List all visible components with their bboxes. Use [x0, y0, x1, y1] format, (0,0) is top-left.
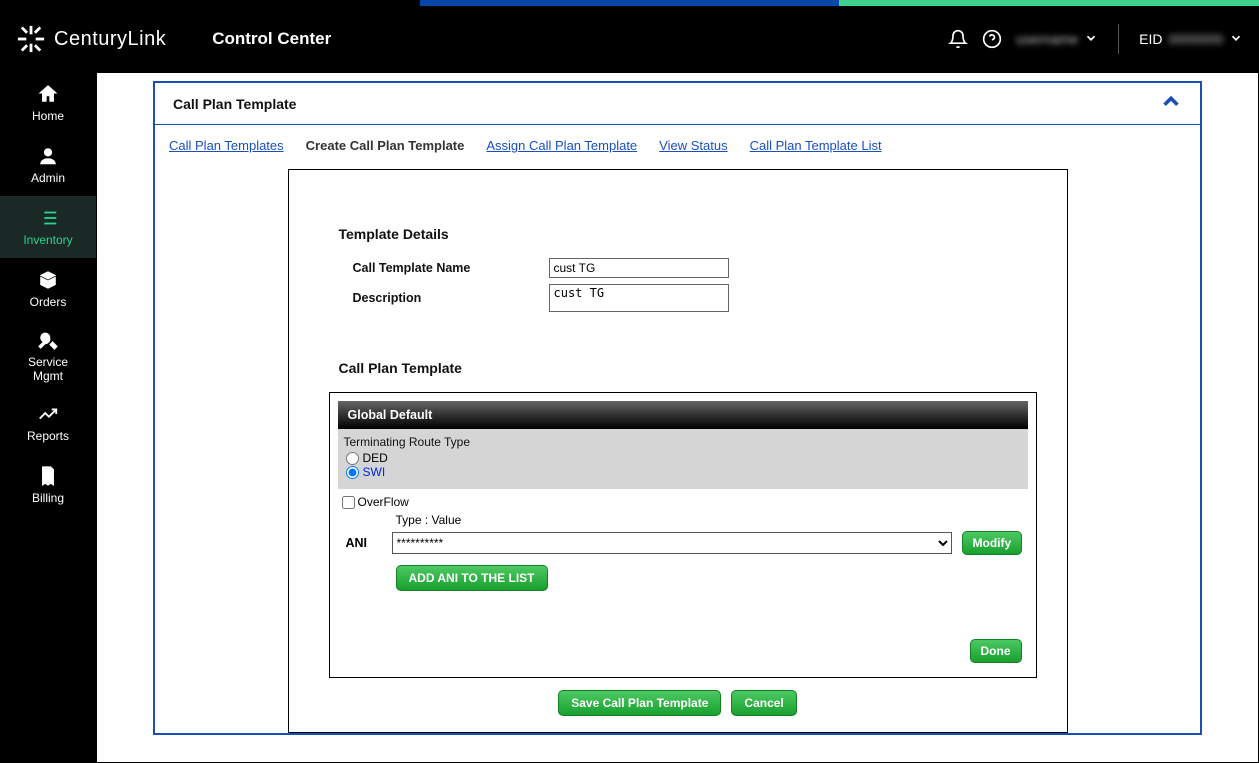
collapse-icon[interactable]: [1160, 91, 1182, 116]
sidebar-item-inventory[interactable]: Inventory: [0, 196, 96, 258]
cancel-button[interactable]: Cancel: [731, 690, 796, 716]
app-title: Control Center: [212, 29, 331, 49]
tab-call-plan-templates[interactable]: Call Plan Templates: [169, 138, 284, 153]
main-content: Call Plan Template Call Plan Templates C…: [96, 72, 1259, 763]
chevron-down-icon: [1229, 31, 1243, 48]
call-plan-panel: Call Plan Template Call Plan Templates C…: [153, 81, 1202, 735]
tab-view-status[interactable]: View Status: [659, 138, 727, 153]
sidebar-item-label: ServiceMgmt: [28, 355, 68, 384]
overflow-label: OverFlow: [358, 495, 409, 509]
form-container: Template Details Call Template Name Desc…: [288, 169, 1068, 733]
sidebar-item-label: Billing: [32, 491, 64, 505]
sidebar: Home Admin Inventory Orders ServiceMgmt …: [0, 72, 96, 763]
bell-icon[interactable]: [948, 29, 968, 49]
route-ded-radio[interactable]: [346, 452, 359, 465]
call-template-name-label: Call Template Name: [353, 261, 549, 275]
route-swi-label: SWI: [363, 465, 386, 479]
sidebar-item-label: Orders: [30, 295, 67, 309]
ani-select[interactable]: **********: [392, 532, 952, 554]
eid-value: 0000000: [1168, 31, 1223, 47]
user-menu[interactable]: username: [1016, 31, 1098, 48]
brand-name: CenturyLink: [54, 28, 166, 51]
call-template-name-input[interactable]: [549, 258, 729, 278]
sidebar-item-label: Home: [32, 109, 64, 123]
call-plan-box: Global Default Terminating Route Type DE…: [329, 392, 1037, 678]
call-plan-template-title: Call Plan Template: [339, 360, 1047, 376]
sidebar-item-billing[interactable]: Billing: [0, 454, 96, 516]
help-icon[interactable]: [982, 29, 1002, 49]
tab-call-plan-template-list[interactable]: Call Plan Template List: [750, 138, 882, 153]
route-swi-row[interactable]: SWI: [346, 465, 1022, 479]
panel-header: Call Plan Template: [155, 83, 1200, 125]
topbar: CenturyLink Control Center username EID …: [0, 6, 1259, 72]
chevron-down-icon: [1084, 31, 1098, 48]
sidebar-item-orders[interactable]: Orders: [0, 258, 96, 320]
sidebar-item-home[interactable]: Home: [0, 72, 96, 134]
overflow-checkbox[interactable]: [342, 496, 355, 509]
route-ded-row[interactable]: DED: [346, 451, 1022, 465]
template-details-title: Template Details: [339, 226, 1047, 242]
tabbar: Call Plan Templates Create Call Plan Tem…: [155, 125, 1200, 169]
brand-logo[interactable]: CenturyLink: [16, 24, 166, 54]
modify-button[interactable]: Modify: [962, 531, 1023, 555]
save-call-plan-template-button[interactable]: Save Call Plan Template: [558, 690, 721, 716]
tab-assign-call-plan-template[interactable]: Assign Call Plan Template: [486, 138, 637, 153]
done-button[interactable]: Done: [970, 639, 1022, 663]
route-ded-label: DED: [363, 451, 388, 465]
sidebar-item-service-mgmt[interactable]: ServiceMgmt: [0, 320, 96, 392]
sidebar-item-label: Admin: [31, 171, 65, 185]
user-name: username: [1016, 31, 1078, 47]
divider: [1118, 24, 1119, 54]
global-default-header: Global Default: [338, 401, 1028, 429]
ani-label: ANI: [342, 536, 382, 550]
sidebar-item-label: Reports: [27, 429, 69, 443]
type-value-label: Type : Value: [396, 513, 1024, 527]
starburst-icon: [16, 24, 46, 54]
sidebar-item-admin[interactable]: Admin: [0, 134, 96, 196]
description-input[interactable]: cust TG: [549, 284, 729, 312]
terminating-route-type-label: Terminating Route Type: [344, 435, 1022, 449]
sidebar-item-reports[interactable]: Reports: [0, 392, 96, 454]
overflow-row[interactable]: OverFlow: [342, 495, 1024, 509]
panel-title: Call Plan Template: [173, 96, 296, 112]
description-label: Description: [353, 291, 549, 305]
route-swi-radio[interactable]: [346, 466, 359, 479]
topbar-accent: [0, 0, 1259, 6]
tab-create-call-plan-template[interactable]: Create Call Plan Template: [306, 138, 465, 153]
add-ani-button[interactable]: ADD ANI TO THE LIST: [396, 565, 548, 591]
eid-label: EID: [1139, 31, 1162, 47]
eid-menu[interactable]: EID 0000000: [1139, 31, 1243, 48]
sidebar-item-label: Inventory: [23, 233, 72, 247]
